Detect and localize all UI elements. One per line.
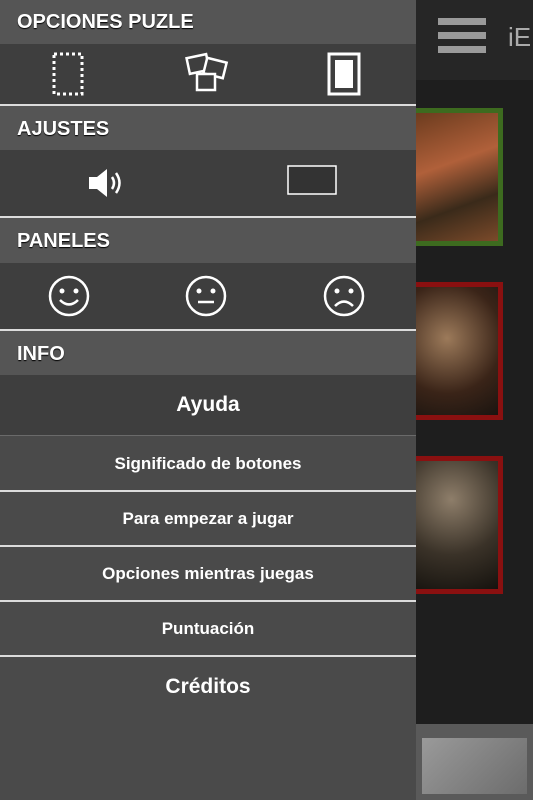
button-meaning-label: Significado de botones: [114, 453, 302, 473]
speaker-icon[interactable]: [82, 162, 128, 204]
item-separator: [0, 435, 416, 436]
options-while-playing-menu-item[interactable]: Opciones mientras juegas: [0, 547, 416, 600]
puzzle-options-title: OPCIONES PUZLE: [17, 11, 194, 33]
happy-face-icon[interactable]: [46, 273, 92, 319]
puzzle-thumbnail[interactable]: [408, 108, 503, 246]
info-header: INFO: [0, 331, 416, 375]
puzzle-thumbnail[interactable]: [408, 282, 503, 420]
credits-menu-item[interactable]: Créditos: [0, 657, 416, 717]
hamburger-menu-icon[interactable]: [438, 18, 486, 58]
panels-header: PANELES: [0, 218, 416, 263]
background-bottom-strip: [416, 724, 533, 800]
help-label: Ayuda: [176, 393, 240, 416]
credits-label: Créditos: [165, 675, 251, 698]
settings-row: [0, 150, 416, 216]
score-menu-item[interactable]: Puntuación: [0, 602, 416, 655]
start-playing-menu-item[interactable]: Para empezar a jugar: [0, 492, 416, 545]
app-title-fragment: iE: [508, 22, 532, 52]
info-title: INFO: [17, 343, 65, 365]
help-menu-item[interactable]: Ayuda: [0, 375, 416, 435]
settings-title: AJUSTES: [17, 118, 110, 140]
button-meaning-menu-item[interactable]: Significado de botones: [0, 437, 416, 490]
neutral-face-icon[interactable]: [183, 273, 229, 319]
settings-header: AJUSTES: [0, 106, 416, 150]
start-playing-label: Para empezar a jugar: [122, 508, 294, 528]
panels-title: PANELES: [17, 230, 110, 252]
options-while-playing-label: Opciones mientras juegas: [102, 563, 314, 583]
panels-row: [0, 263, 416, 329]
side-drawer: OPCIONES PUZLE AJUSTES PANELES INFO Ayud…: [0, 0, 416, 800]
puzzle-thumbnail[interactable]: [408, 456, 503, 594]
toggle-box-icon[interactable]: [286, 164, 338, 196]
dashed-frame-icon[interactable]: [46, 50, 90, 98]
puzzle-options-row: [0, 44, 416, 104]
score-label: Puntuación: [161, 618, 255, 638]
puzzle-options-header: OPCIONES PUZLE: [0, 0, 416, 44]
scattered-pieces-icon[interactable]: [182, 50, 234, 98]
sad-face-icon[interactable]: [321, 273, 367, 319]
solid-frame-icon[interactable]: [322, 50, 366, 98]
